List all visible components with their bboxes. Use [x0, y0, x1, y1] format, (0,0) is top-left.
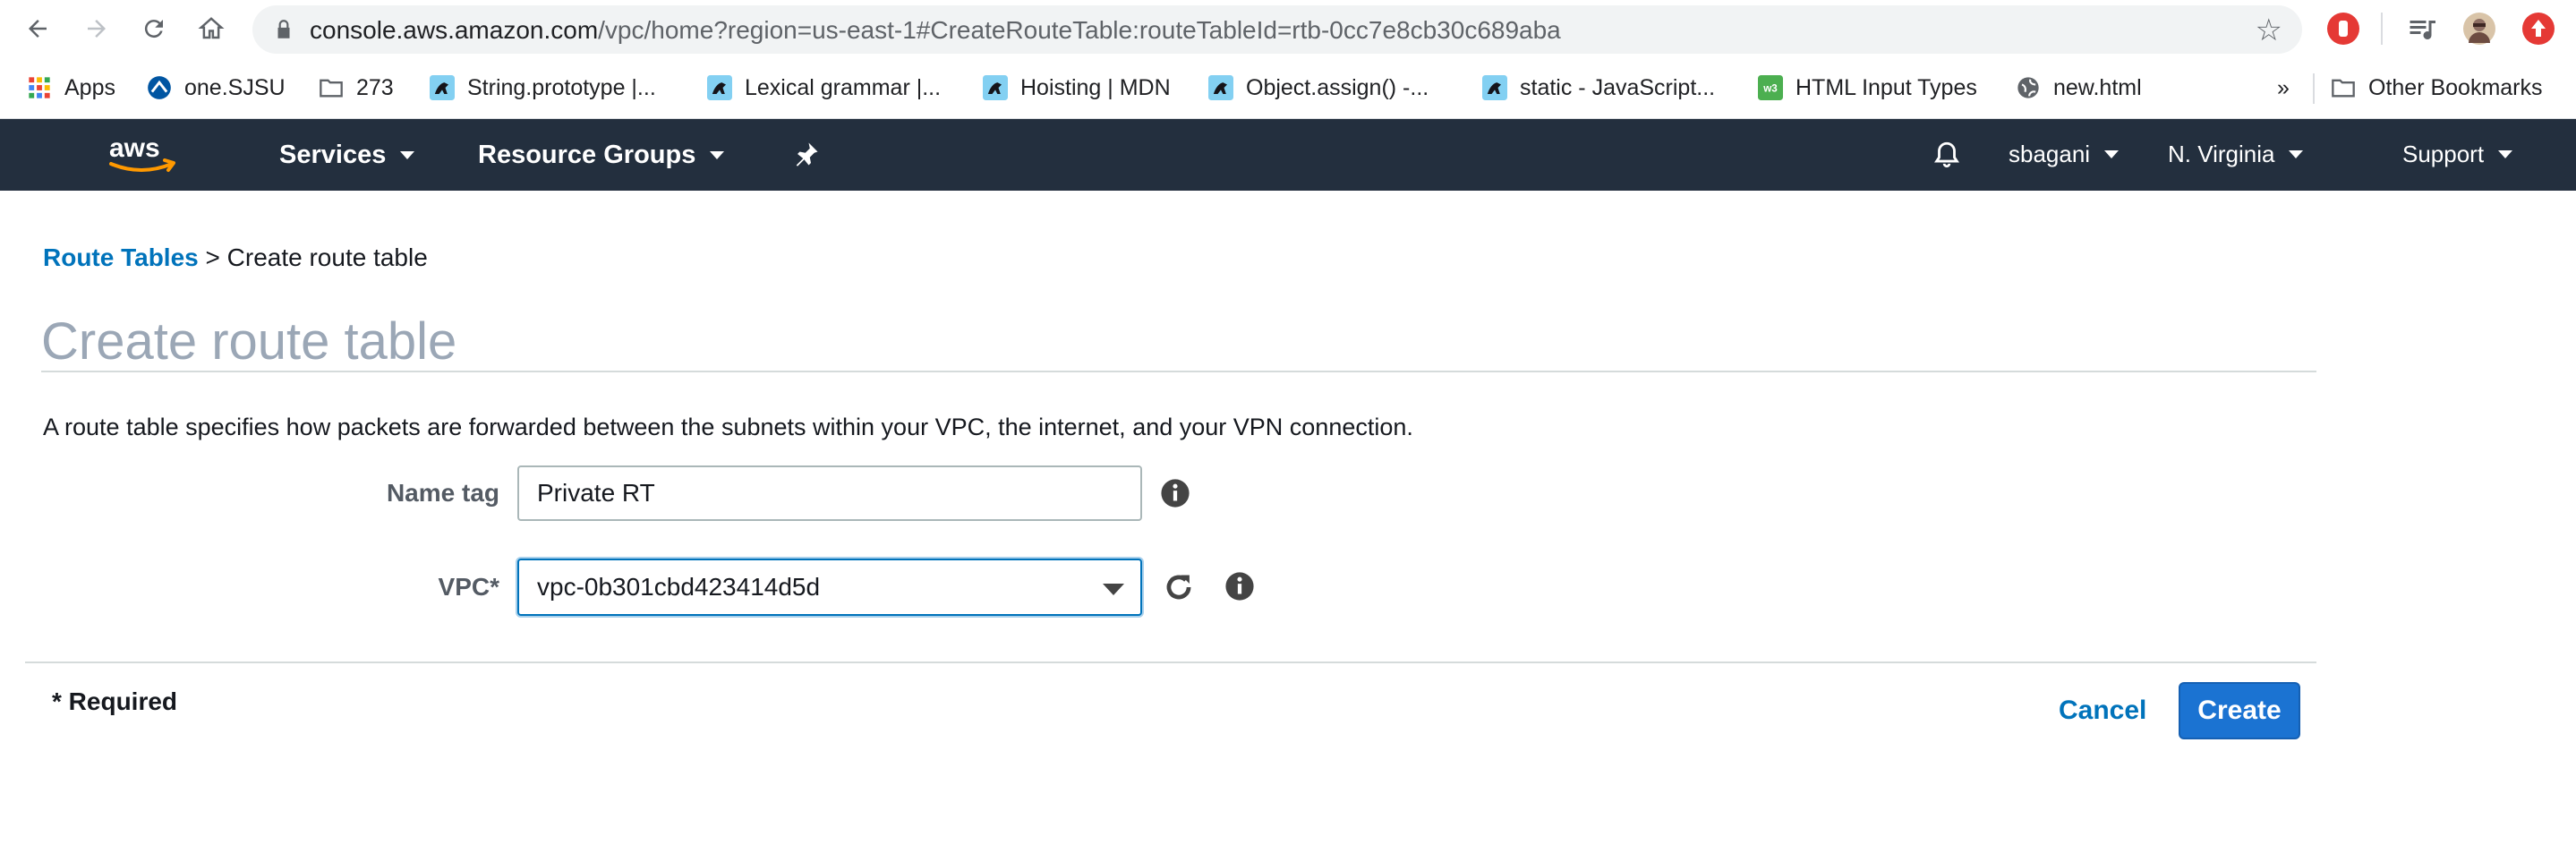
vpc-selected-value: vpc-0b301cbd423414d5d: [537, 573, 821, 601]
sjsu-icon: [148, 76, 171, 99]
breadcrumb-current: Create route table: [226, 243, 428, 271]
refresh-icon[interactable]: [1162, 570, 1196, 604]
browser-toolbar: console.aws.amazon.com/vpc/home?region=u…: [0, 0, 2576, 59]
bookmark-new-html[interactable]: new.html: [2016, 72, 2142, 104]
account-label: sbagani: [2009, 141, 2091, 167]
bookmark-label: Lexical grammar |...: [745, 74, 942, 100]
other-bookmarks-folder[interactable]: Other Bookmarks: [2331, 72, 2543, 104]
pin-icon[interactable]: [793, 141, 820, 167]
mdn-icon: [430, 75, 455, 100]
bookmark-static-javascript[interactable]: static - JavaScript...: [1482, 72, 1715, 104]
home-icon[interactable]: [192, 9, 231, 48]
support-menu[interactable]: Support: [2402, 141, 2513, 168]
aws-logo[interactable]: aws: [106, 130, 186, 180]
bookmarks-divider: [2313, 73, 2315, 104]
forward-arrow-icon[interactable]: [77, 9, 116, 48]
w3schools-icon: w3: [1758, 75, 1783, 100]
title-divider: [41, 371, 2316, 372]
bookmark-label: Object.assign() -...: [1246, 74, 1429, 100]
bookmark-label: Other Bookmarks: [2368, 74, 2543, 100]
vpc-select[interactable]: vpc-0b301cbd423414d5d: [517, 559, 1142, 616]
mdn-icon: [1482, 75, 1507, 100]
profile-avatar[interactable]: [2463, 13, 2495, 45]
bookmark-label: HTML Input Types: [1796, 74, 1977, 100]
svg-text:aws: aws: [109, 133, 160, 163]
folder-icon: [2332, 79, 2355, 98]
back-arrow-icon[interactable]: [18, 9, 57, 48]
dropdown-arrow-icon: [1103, 584, 1124, 595]
breadcrumb: Route Tables > Create route table: [43, 243, 428, 272]
bookmark-label: one.SJSU: [184, 74, 286, 100]
bookmark-label: 273: [356, 74, 394, 100]
account-menu[interactable]: sbagani: [2009, 141, 2120, 168]
adblock-extension-icon[interactable]: [2327, 13, 2359, 45]
bookmark-273[interactable]: 273: [319, 72, 394, 104]
address-bar[interactable]: console.aws.amazon.com/vpc/home?region=u…: [252, 5, 2302, 54]
support-label: Support: [2402, 141, 2485, 167]
bookmark-hoisting[interactable]: Hoisting | MDN: [983, 72, 1171, 104]
bookmarks-overflow-button[interactable]: »: [2277, 72, 2290, 104]
bookmark-label: String.prototype |...: [467, 74, 656, 100]
info-icon[interactable]: [1224, 571, 1255, 602]
bookmark-label: static - JavaScript...: [1520, 74, 1716, 100]
region-menu[interactable]: N. Virginia: [2168, 141, 2304, 168]
apps-grid-icon: [29, 77, 50, 98]
name-tag-label: Name tag: [386, 479, 499, 507]
cancel-button[interactable]: Cancel: [2059, 682, 2146, 739]
reload-icon[interactable]: [134, 9, 174, 48]
bookmark-lexical-grammar[interactable]: Lexical grammar |...: [707, 72, 941, 104]
page-description: A route table specifies how packets are …: [43, 414, 1413, 440]
bookmark-label: Hoisting | MDN: [1020, 74, 1171, 100]
services-menu[interactable]: Services: [279, 141, 415, 170]
chevron-down-icon: [2104, 150, 2120, 158]
globe-icon: [2017, 77, 2039, 98]
url-text: console.aws.amazon.com/vpc/home?region=u…: [310, 16, 1561, 44]
media-playlist-icon[interactable]: [2406, 13, 2438, 45]
create-button[interactable]: Create: [2179, 682, 2300, 739]
bookmark-star-icon[interactable]: ☆: [2256, 13, 2282, 48]
overflow-label: »: [2277, 74, 2290, 100]
mdn-icon: [1208, 75, 1233, 100]
update-extension-icon[interactable]: [2522, 13, 2555, 45]
breadcrumb-route-tables-link[interactable]: Route Tables: [43, 243, 199, 271]
chevron-down-icon: [710, 151, 725, 159]
folder-icon: [320, 79, 343, 98]
name-tag-input[interactable]: [517, 465, 1142, 521]
footer-divider: [25, 661, 2316, 663]
bookmark-string-prototype[interactable]: String.prototype |...: [430, 72, 656, 104]
page-title: Create route table: [41, 312, 457, 371]
vpc-label: VPC*: [438, 573, 499, 601]
bookmark-label: new.html: [2053, 74, 2142, 100]
bookmark-html-input-types[interactable]: w3 HTML Input Types: [1758, 72, 1977, 104]
svg-text:w3: w3: [1762, 83, 1778, 95]
bookmark-one-sjsu[interactable]: one.SJSU: [147, 72, 286, 104]
bookmark-apps[interactable]: Apps: [27, 72, 115, 104]
chevron-down-icon: [400, 151, 415, 159]
lock-icon: [277, 20, 290, 38]
resource-groups-label: Resource Groups: [478, 141, 696, 169]
toolbar-divider: [2381, 13, 2383, 45]
bookmarks-bar: Apps one.SJSU 273 String.prototype |... …: [0, 59, 2576, 119]
services-label: Services: [279, 141, 387, 169]
mdn-icon: [983, 75, 1008, 100]
breadcrumb-separator: >: [205, 243, 220, 271]
mdn-icon: [707, 75, 732, 100]
resource-groups-menu[interactable]: Resource Groups: [478, 141, 725, 170]
bookmark-label: Apps: [64, 74, 115, 100]
region-label: N. Virginia: [2168, 141, 2275, 167]
info-icon[interactable]: [1160, 478, 1190, 508]
chevron-down-icon: [2289, 150, 2304, 158]
required-note: * Required: [52, 687, 178, 715]
bell-icon[interactable]: [1932, 139, 1962, 171]
aws-console-header: aws Services Resource Groups sbagani N. …: [0, 119, 2576, 191]
chevron-down-icon: [2498, 150, 2513, 158]
bookmark-object-assign[interactable]: Object.assign() -...: [1208, 72, 1429, 104]
